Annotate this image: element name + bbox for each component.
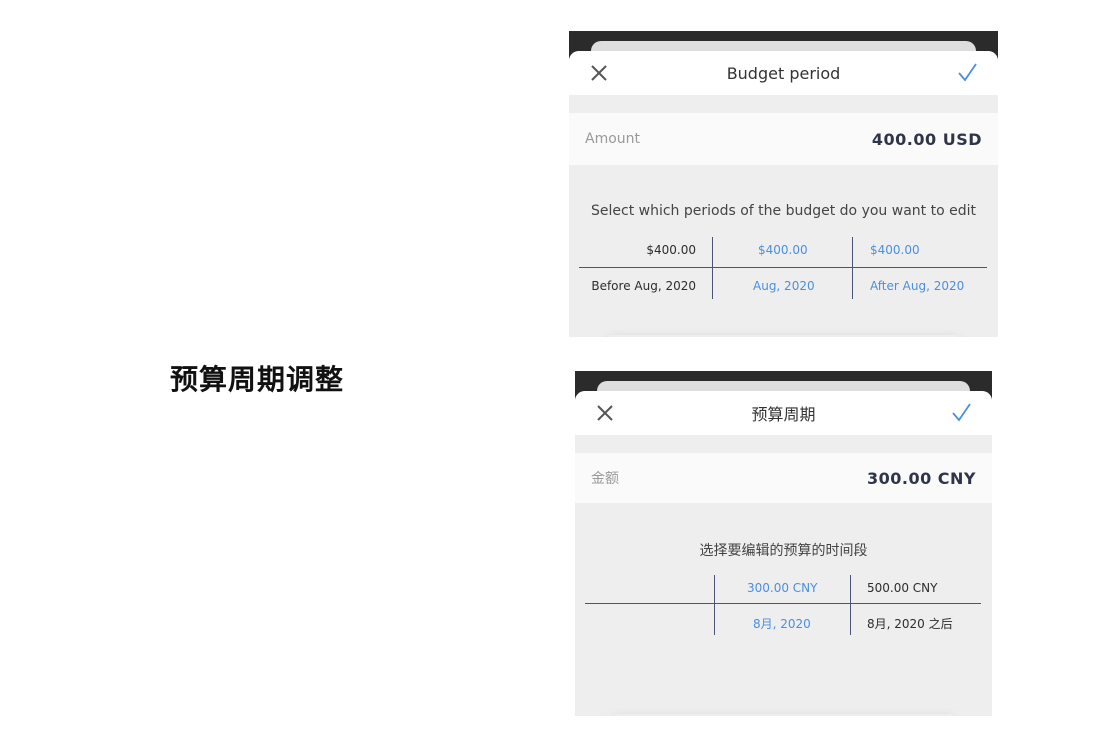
- divider-horizontal: [585, 603, 981, 604]
- period-before-label[interactable]: Before Aug, 2020: [591, 279, 696, 293]
- budget-period-sheet: Budget period Amount 400.00 USD Select w…: [569, 51, 998, 337]
- check-icon[interactable]: [950, 401, 972, 423]
- period-after-label[interactable]: 8月, 2020 之后: [867, 615, 953, 632]
- period-prompt: 选择要编辑的预算的时间段: [699, 543, 868, 559]
- divider-horizontal: [579, 267, 987, 268]
- sheet-title: Budget period: [726, 63, 841, 83]
- budget-period-sheet: 预算周期 金额 300.00 CNY 选择要编辑的预算的时间段 300.00 C…: [575, 391, 992, 716]
- sheet-header: 预算周期: [575, 391, 992, 435]
- check-icon[interactable]: [956, 61, 978, 83]
- period-after-amount[interactable]: $400.00: [870, 243, 920, 257]
- amount-value: 300.00 CNY: [866, 468, 976, 488]
- period-after-label[interactable]: After Aug, 2020: [870, 279, 964, 293]
- amount-label: Amount: [585, 131, 641, 147]
- period-prompt: Select which periods of the budget do yo…: [591, 203, 976, 219]
- period-before-amount[interactable]: $400.00: [646, 243, 696, 257]
- sheet-title: 预算周期: [751, 405, 816, 424]
- close-icon[interactable]: [589, 63, 609, 83]
- period-selector: 300.00 CNY 8月, 2020 500.00 CNY 8月, 2020 …: [575, 575, 992, 645]
- period-current-label[interactable]: 8月, 2020: [753, 615, 811, 632]
- amount-row[interactable]: Amount 400.00 USD: [569, 113, 998, 165]
- amount-value: 400.00 USD: [871, 129, 982, 149]
- close-icon[interactable]: [595, 403, 615, 423]
- divider-vertical-2: [852, 237, 853, 299]
- divider-vertical-2: [850, 575, 851, 635]
- period-current-amount[interactable]: $400.00: [758, 243, 808, 257]
- period-current-label[interactable]: Aug, 2020: [753, 279, 815, 293]
- budget-period-screen-en: Budget period Amount 400.00 USD Select w…: [569, 31, 998, 337]
- sheet-header: Budget period: [569, 51, 998, 95]
- page-caption: 预算周期调整: [170, 363, 345, 396]
- amount-label: 金额: [591, 471, 619, 487]
- amount-row[interactable]: 金额 300.00 CNY: [575, 453, 992, 503]
- divider-vertical-1: [714, 575, 715, 635]
- period-selector: $400.00 Before Aug, 2020 $400.00 Aug, 20…: [569, 237, 998, 307]
- period-after-amount[interactable]: 500.00 CNY: [867, 581, 938, 595]
- budget-period-screen-zh: 预算周期 金额 300.00 CNY 选择要编辑的预算的时间段 300.00 C…: [575, 371, 992, 716]
- period-current-amount[interactable]: 300.00 CNY: [747, 581, 818, 595]
- divider-vertical-1: [712, 237, 713, 299]
